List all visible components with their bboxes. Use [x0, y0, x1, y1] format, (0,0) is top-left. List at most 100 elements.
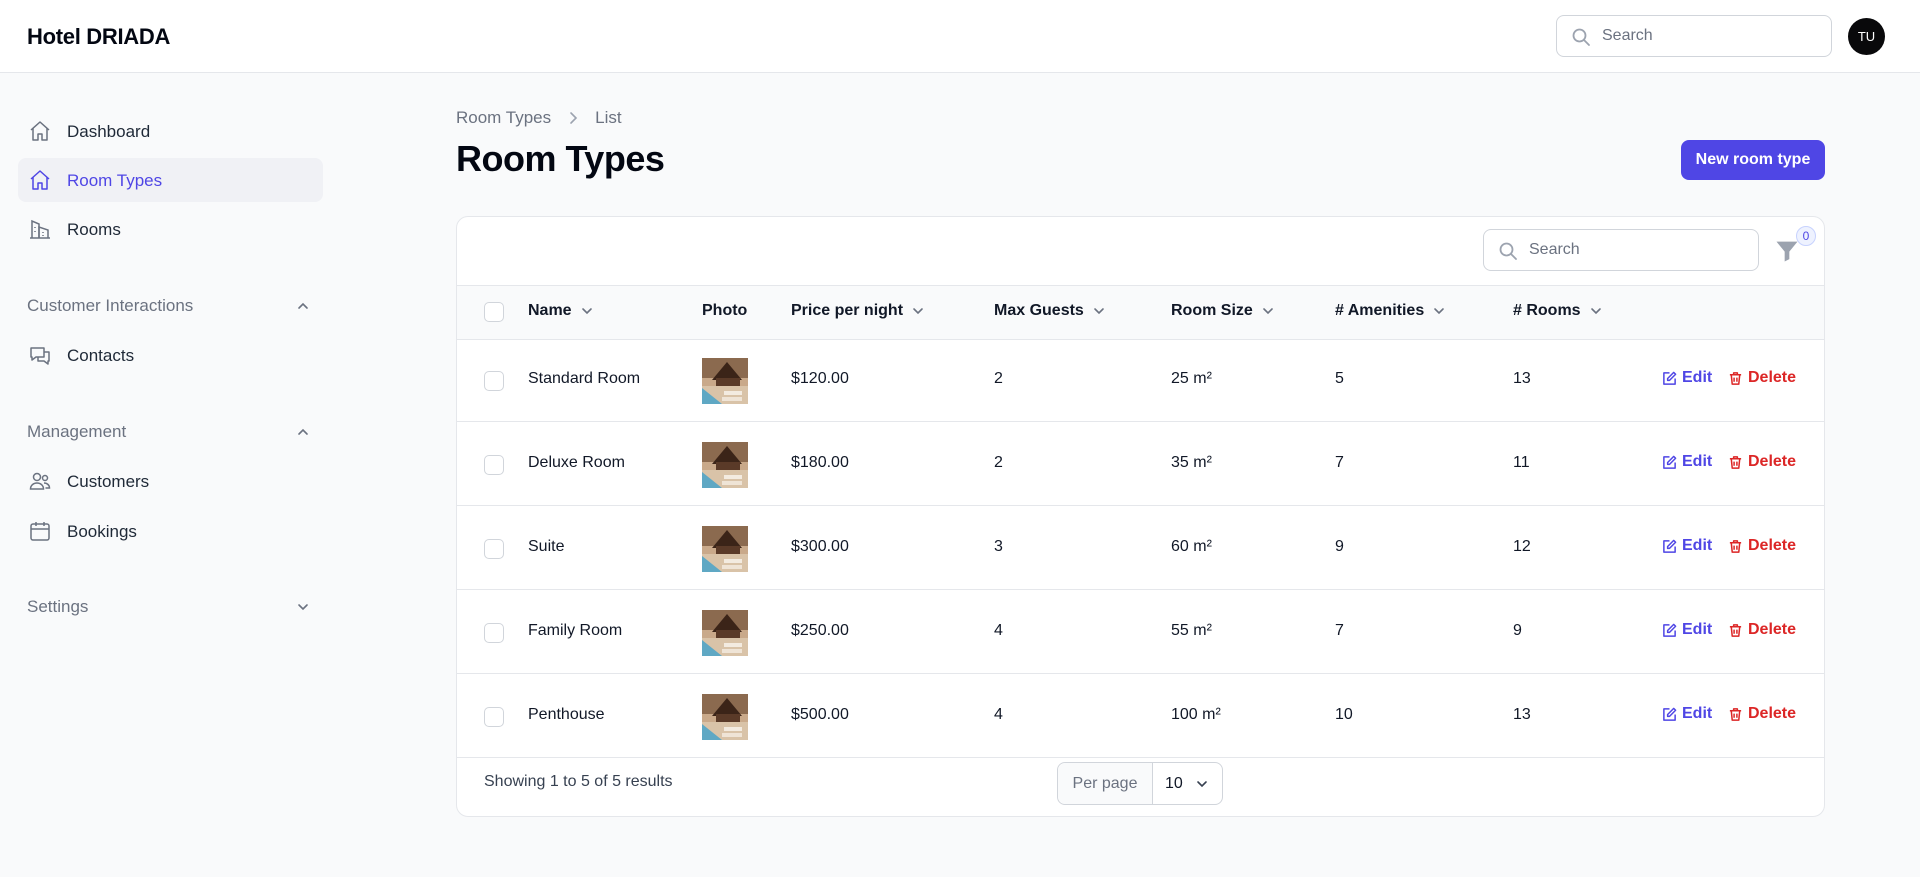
cell-room-size: 60 m²	[1171, 538, 1212, 555]
cell-price: $300.00	[791, 538, 849, 555]
delete-button[interactable]: Delete	[1728, 705, 1796, 723]
global-search[interactable]	[1556, 15, 1832, 57]
edit-button[interactable]: Edit	[1662, 537, 1712, 555]
group-management[interactable]: Management	[27, 422, 126, 442]
sidebar-item-rooms[interactable]: Rooms	[18, 207, 323, 251]
new-room-type-button[interactable]: New room type	[1681, 140, 1825, 180]
row-checkbox[interactable]	[484, 623, 504, 643]
column-label: # Rooms	[1513, 302, 1581, 319]
chevron-up-icon[interactable]	[296, 425, 310, 439]
trash-icon	[1729, 455, 1742, 469]
trash-icon	[1729, 371, 1742, 385]
column-header-max-guests[interactable]: Max Guests	[994, 302, 1106, 320]
search-icon	[1572, 28, 1590, 46]
table-row[interactable]: Standard Room $120.00 2 25 m² 5 13 Edit …	[457, 340, 1824, 422]
column-label: Photo	[702, 302, 748, 319]
column-header-name[interactable]: Name	[528, 302, 594, 320]
home-icon	[30, 170, 50, 190]
edit-button[interactable]: Edit	[1662, 369, 1712, 387]
table-search-input[interactable]	[1529, 238, 1749, 262]
chevron-down-icon	[1434, 308, 1445, 315]
cell-room-size: 25 m²	[1171, 370, 1212, 387]
delete-button[interactable]: Delete	[1728, 369, 1796, 387]
edit-label: Edit	[1682, 621, 1713, 638]
edit-icon	[1663, 539, 1677, 553]
group-settings[interactable]: Settings	[27, 597, 88, 617]
sidebar-item-label: Contacts	[67, 346, 135, 365]
table-row[interactable]: Family Room $250.00 4 55 m² 7 9 Edit Del…	[457, 592, 1824, 674]
delete-label: Delete	[1748, 705, 1797, 722]
table-row[interactable]: Penthouse $500.00 4 100 m² 10 13 Edit De…	[457, 676, 1824, 758]
cell-price: $250.00	[791, 622, 849, 639]
cell-amenities: 9	[1335, 538, 1344, 555]
cell-max-guests: 2	[994, 370, 1003, 387]
filter-count-badge: 0	[1796, 226, 1816, 246]
cell-rooms: 9	[1513, 622, 1522, 639]
column-header-price[interactable]: Price per night	[791, 302, 925, 320]
cell-name: Suite	[528, 538, 565, 555]
table-header: Name Photo Price per night Max Guests Ro…	[457, 285, 1824, 340]
select-all-checkbox[interactable]	[484, 302, 504, 322]
sidebar-item-room-types[interactable]: Room Types	[18, 158, 323, 202]
room-photo	[702, 526, 748, 572]
chevron-down-icon	[913, 308, 923, 315]
per-page-label: Per page	[1058, 763, 1153, 804]
column-header-room-size[interactable]: Room Size	[1171, 302, 1275, 320]
table-row[interactable]: Deluxe Room $180.00 2 35 m² 7 11 Edit De…	[457, 424, 1824, 506]
column-header-rooms[interactable]: # Rooms	[1513, 302, 1603, 320]
edit-button[interactable]: Edit	[1662, 621, 1712, 639]
row-checkbox[interactable]	[484, 455, 504, 475]
sidebar-item-bookings[interactable]: Bookings	[18, 509, 323, 553]
user-avatar[interactable]: TU	[1848, 18, 1885, 55]
group-customer-interactions[interactable]: Customer Interactions	[27, 296, 193, 316]
edit-label: Edit	[1682, 369, 1713, 386]
per-page-select[interactable]: Per page 10	[1057, 762, 1223, 805]
trash-icon	[1729, 707, 1742, 721]
row-checkbox[interactable]	[484, 707, 504, 727]
sidebar-item-label: Bookings	[67, 522, 137, 541]
chevron-down-icon	[1590, 308, 1601, 315]
edit-label: Edit	[1682, 537, 1713, 554]
room-photo	[702, 358, 748, 404]
per-page-value[interactable]: 10	[1153, 763, 1222, 804]
chevron-right-icon	[570, 112, 578, 124]
cell-rooms: 12	[1513, 538, 1531, 555]
edit-icon	[1663, 623, 1677, 637]
cell-price: $120.00	[791, 370, 849, 387]
table-row[interactable]: Suite $300.00 3 60 m² 9 12 Edit Delete	[457, 508, 1824, 590]
chevron-up-icon[interactable]	[296, 299, 310, 313]
trash-icon	[1729, 623, 1742, 637]
per-page-value-text: 10	[1165, 774, 1183, 792]
breadcrumb-parent[interactable]: Room Types	[456, 108, 551, 128]
delete-button[interactable]: Delete	[1728, 453, 1796, 471]
top-bar: Hotel DRIADA TU	[0, 0, 1920, 73]
cell-room-size: 35 m²	[1171, 454, 1212, 471]
global-search-input[interactable]	[1602, 24, 1822, 48]
chevron-down-icon[interactable]	[296, 600, 310, 614]
cell-price: $500.00	[791, 706, 849, 723]
chevron-down-icon	[1262, 308, 1273, 315]
delete-label: Delete	[1748, 453, 1797, 470]
cell-rooms: 13	[1513, 706, 1531, 723]
row-checkbox[interactable]	[484, 539, 504, 559]
column-label: # Amenities	[1335, 302, 1425, 319]
room-photo	[702, 442, 748, 488]
column-header-amenities[interactable]: # Amenities	[1335, 302, 1446, 320]
delete-button[interactable]: Delete	[1728, 621, 1796, 639]
row-checkbox[interactable]	[484, 371, 504, 391]
sidebar-item-label: Rooms	[67, 220, 121, 239]
edit-icon	[1663, 455, 1677, 469]
edit-button[interactable]: Edit	[1662, 453, 1712, 471]
cell-name: Family Room	[528, 622, 623, 639]
sidebar-item-dashboard[interactable]: Dashboard	[18, 109, 323, 153]
chat-icon	[30, 347, 50, 365]
table-search[interactable]	[1483, 229, 1759, 271]
sidebar-item-label: Room Types	[67, 171, 163, 190]
sidebar-item-customers[interactable]: Customers	[18, 459, 323, 503]
edit-button[interactable]: Edit	[1662, 705, 1712, 723]
cell-max-guests: 4	[994, 706, 1003, 723]
app-title[interactable]: Hotel DRIADA	[27, 24, 170, 50]
delete-button[interactable]: Delete	[1728, 537, 1796, 555]
sidebar-item-contacts[interactable]: Contacts	[18, 333, 323, 377]
breadcrumb-current: List	[595, 108, 622, 127]
